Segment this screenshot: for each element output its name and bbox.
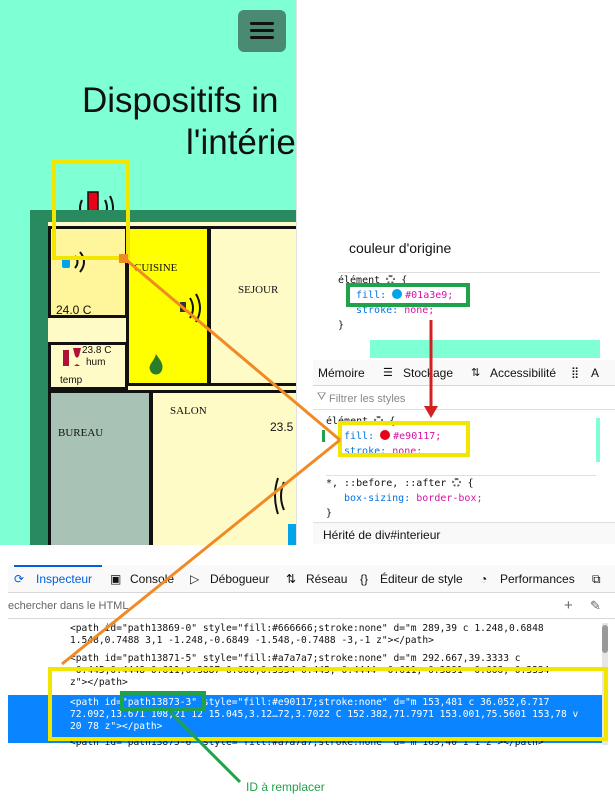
id-to-replace-label: ID à remplacer (246, 780, 325, 794)
annotation-arrows (61, 254, 438, 784)
